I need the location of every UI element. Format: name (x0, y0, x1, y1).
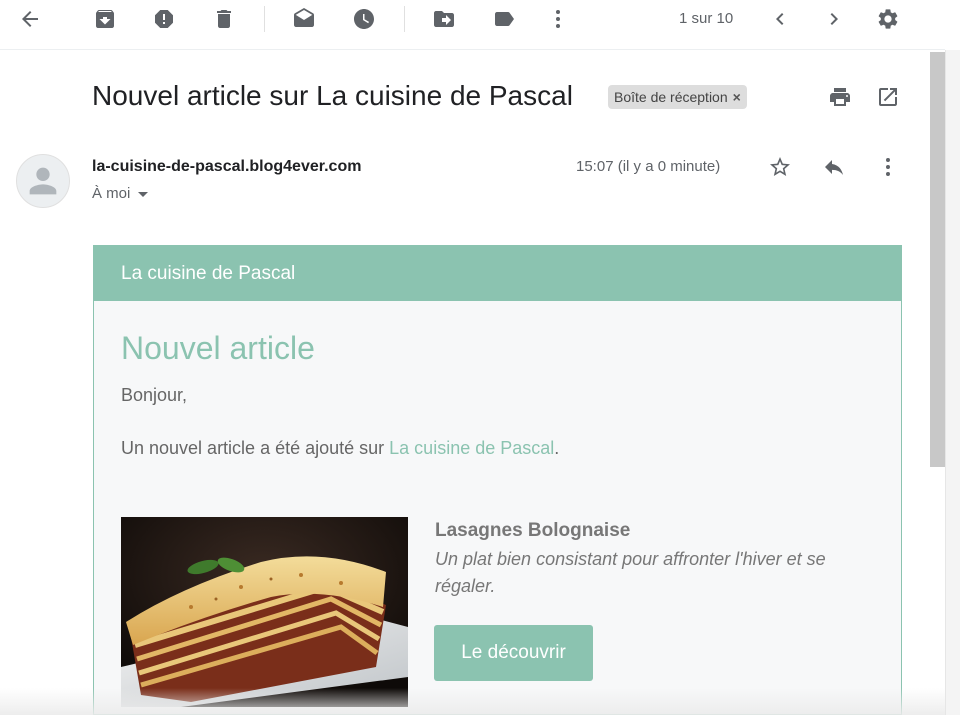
avatar (16, 154, 70, 208)
arrow-left-icon[interactable] (17, 6, 43, 32)
toolbar-divider (404, 6, 405, 32)
print-icon[interactable] (827, 84, 853, 110)
reply-icon[interactable] (821, 154, 847, 180)
sender-name: la-cuisine-de-pascal.blog4ever.com (92, 158, 362, 175)
newsletter-title: Nouvel article (121, 330, 315, 366)
gear-icon[interactable] (875, 6, 901, 32)
label-chip-text: Boîte de réception (614, 89, 728, 105)
move-to-icon[interactable] (431, 6, 457, 32)
message-toolbar: 1 sur 10 (0, 0, 945, 50)
blog-link[interactable]: La cuisine de Pascal (389, 438, 554, 458)
person-icon (29, 167, 57, 195)
email-timestamp: 15:07 (il y a 0 minute) (576, 158, 721, 175)
intro-before: Un nouvel article a été ajouté sur (121, 438, 390, 458)
scrollbar-thumb[interactable] (930, 52, 945, 467)
open-in-new-window-icon[interactable] (875, 84, 901, 110)
star-icon[interactable] (767, 154, 793, 180)
article-description: Un plat bien consistant pour affronter l… (435, 549, 826, 596)
mark-unread-icon[interactable] (291, 6, 317, 32)
trash-icon[interactable] (211, 6, 237, 32)
newsletter-header: La cuisine de Pascal (94, 246, 901, 301)
more-vert-icon[interactable] (545, 6, 571, 32)
intro-text: Un nouvel article a été ajouté sur La cu… (121, 438, 559, 459)
report-spam-icon[interactable] (151, 6, 177, 32)
greeting-text: Bonjour, (121, 385, 188, 405)
close-icon[interactable]: × (733, 89, 741, 105)
discover-button[interactable]: Le découvrir (434, 625, 593, 681)
intro-after: . (554, 438, 560, 458)
recipient-dropdown[interactable]: À moi (92, 185, 149, 202)
toolbar-divider (264, 6, 265, 32)
clock-icon[interactable] (351, 6, 377, 32)
lasagna-image[interactable] (121, 517, 408, 707)
recipient-text: À moi (92, 185, 131, 202)
chevron-right-icon[interactable] (821, 6, 847, 32)
chevron-left-icon[interactable] (767, 6, 793, 32)
inbox-label-chip[interactable]: Boîte de réception × (608, 85, 747, 109)
email-subject: Nouvel article sur La cuisine de Pascal (92, 80, 573, 111)
label-icon[interactable] (491, 6, 517, 32)
article-title: Lasagnes Bolognaise (435, 520, 631, 541)
newsletter-card: La cuisine de Pascal Nouvel article Bonj… (93, 245, 902, 715)
pager-text: 1 sur 10 (679, 10, 734, 27)
caret-down-icon[interactable] (138, 191, 149, 197)
more-vert-icon[interactable] (875, 154, 901, 180)
scrollbar-track[interactable] (945, 50, 960, 715)
archive-icon[interactable] (92, 6, 118, 32)
